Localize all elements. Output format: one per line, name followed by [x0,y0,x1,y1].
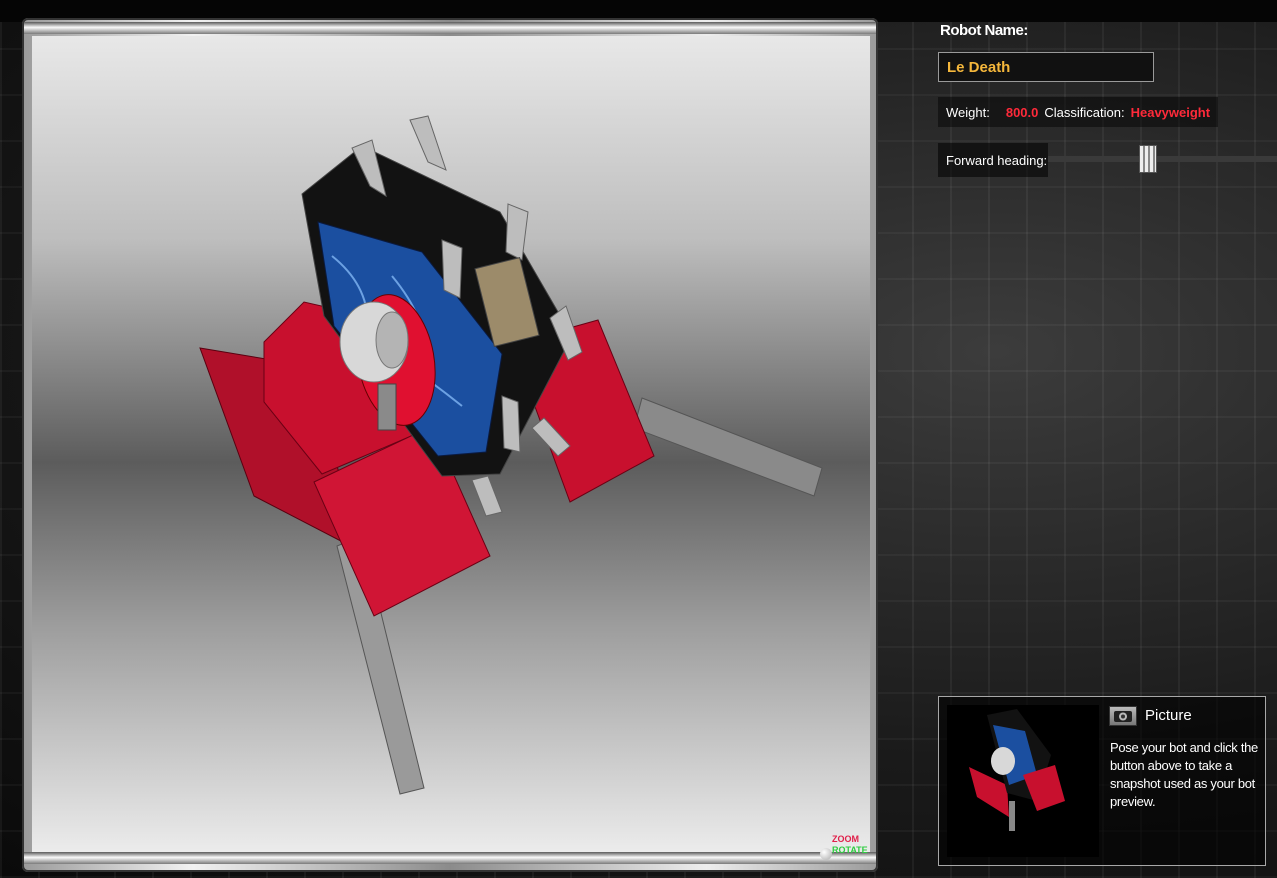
hub-cap [375,311,409,369]
picture-description: Pose your bot and click the button above… [1110,740,1258,809]
robot-name-label: Robot Name: [940,22,1028,39]
forward-heading-label: Forward heading: [938,143,1048,177]
take-picture-button[interactable] [1109,706,1137,726]
zoom-rotate-control[interactable]: ZOOM ROTATE [820,834,876,862]
rear-strut [633,397,823,497]
classification-label: Classification: [1044,104,1125,120]
robot-3d-viewport[interactable] [32,36,870,856]
forward-heading-slider-thumb[interactable] [1138,145,1157,173]
robot-name-input[interactable] [938,52,1154,82]
forward-heading-track[interactable] [1048,156,1277,162]
classification-value: Heavyweight [1130,104,1211,120]
stats-row: Weight: 800.0 Classification: Heavyweigh… [938,97,1219,127]
picture-panel: Picture Pose your bot and click the butt… [938,696,1266,866]
camera-icon [1114,711,1132,722]
weight-label: Weight: [946,104,990,120]
viewport-rail-bottom [24,852,876,864]
robot-model[interactable] [32,36,870,856]
rotate-label: ROTATE [832,845,868,855]
zoom-label: ZOOM [832,834,859,844]
viewport-rail-top [24,22,876,34]
picture-label: Picture [1145,707,1192,724]
zoom-knob[interactable] [820,848,832,860]
weight-value: 800.0 [1005,104,1039,120]
hub-axle [377,383,397,431]
bot-preview-thumbnail [947,705,1099,857]
